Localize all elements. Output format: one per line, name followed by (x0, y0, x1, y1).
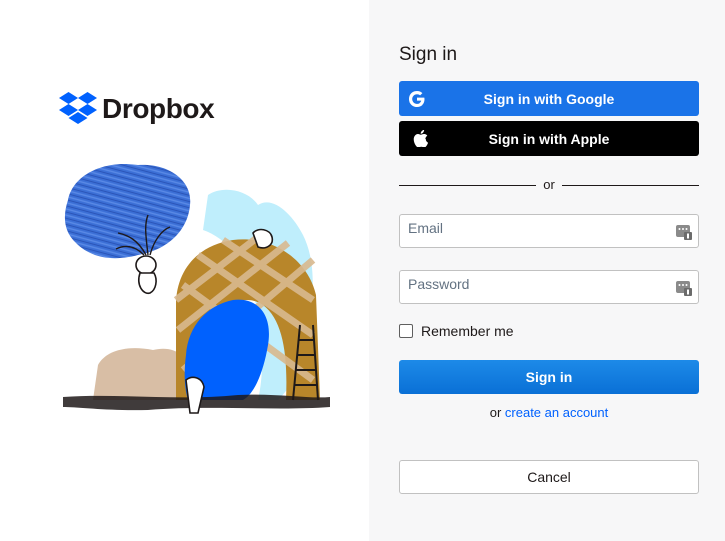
remember-me-label[interactable]: Remember me (421, 323, 514, 339)
google-icon (401, 83, 432, 114)
password-field-container: Password (399, 270, 699, 304)
email-field[interactable] (400, 215, 670, 247)
or-divider: or (399, 176, 699, 194)
create-account-link[interactable]: create an account (505, 405, 608, 420)
left-pane: Dropbox (0, 0, 369, 541)
sign-in-with-google-button[interactable]: Sign in with Google (399, 81, 699, 116)
brand-name: Dropbox (102, 93, 215, 124)
email-field-container: Email (399, 214, 699, 248)
password-field[interactable] (400, 271, 670, 303)
page-title: Sign in (399, 44, 458, 65)
password-manager-icon[interactable] (676, 223, 692, 240)
sign-in-button[interactable]: Sign in (399, 360, 699, 394)
sign-in-with-apple-button[interactable]: Sign in with Apple (399, 121, 699, 156)
create-account-prefix: or (489, 405, 502, 420)
cancel-button[interactable]: Cancel (399, 460, 699, 494)
create-account-row: or create an account (399, 405, 699, 420)
password-manager-icon[interactable] (676, 279, 692, 296)
google-button-label: Sign in with Google (483, 90, 615, 107)
dropbox-arch-illustration (63, 164, 330, 414)
apple-icon (405, 123, 436, 154)
apple-button-label: Sign in with Apple (488, 130, 610, 147)
divider-line-right (562, 185, 699, 186)
remember-me-checkbox[interactable] (399, 324, 413, 338)
remember-me-row: Remember me (399, 323, 514, 339)
dropbox-logo[interactable]: Dropbox (59, 92, 215, 126)
dropbox-logo-icon (59, 92, 97, 124)
